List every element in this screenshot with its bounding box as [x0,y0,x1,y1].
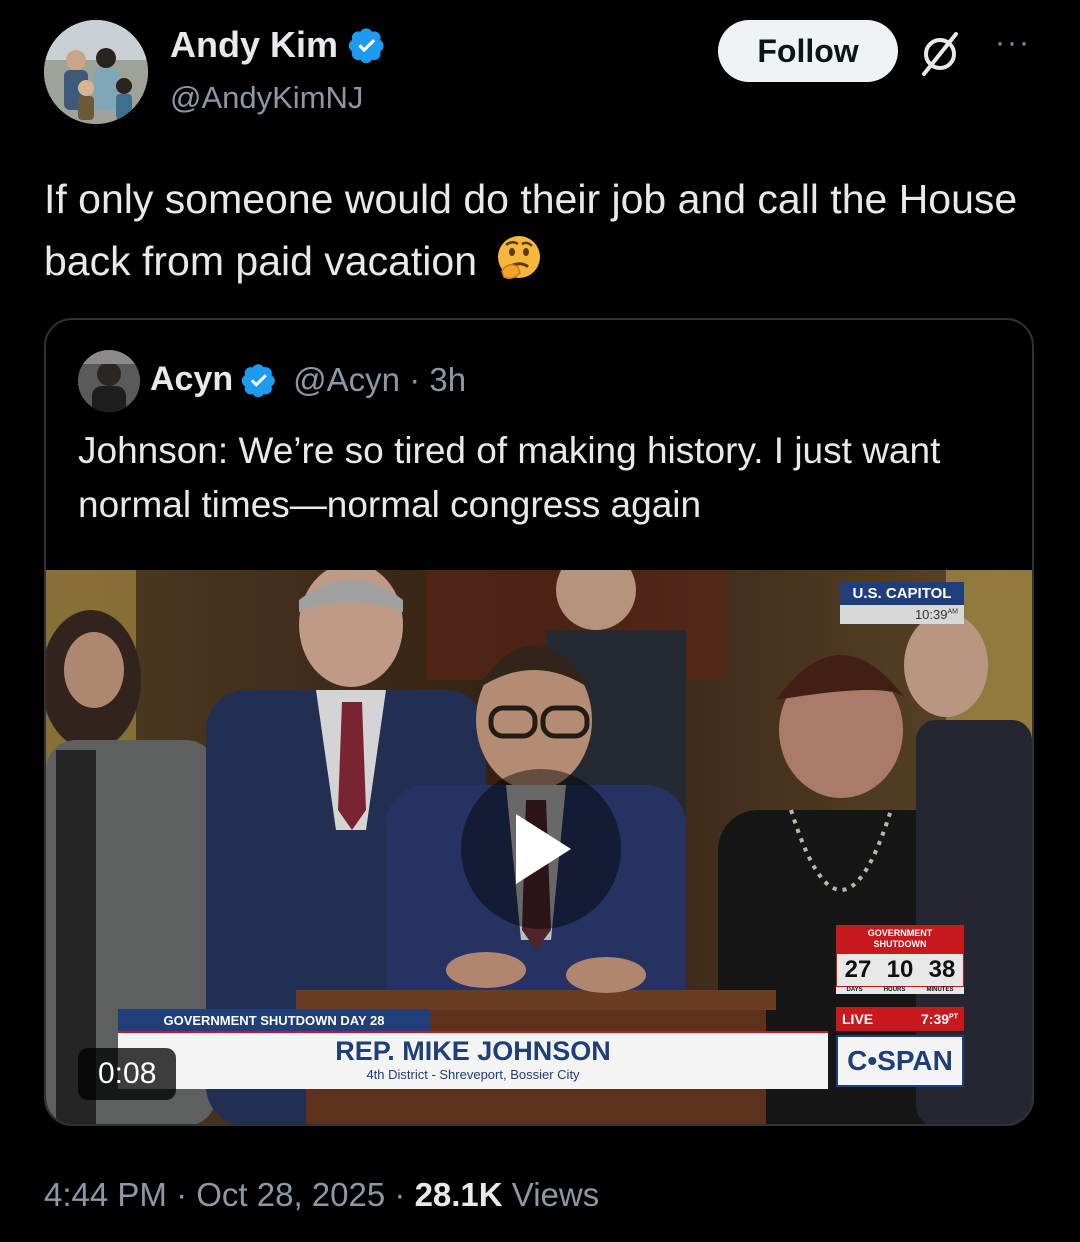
counter-units: DAYS HOURS MINUTES [836,987,964,994]
lower-third: REP. MIKE JOHNSON 4th District - Shrevep… [118,1031,828,1089]
author-handle[interactable]: @AndyKimNJ [170,80,363,116]
post-time[interactable]: 4:44 PM [44,1176,167,1213]
live-time-wrap: 7:39PT [921,1011,958,1027]
live-tag: LIVE 7:39PT [836,1007,964,1031]
verified-badge-icon [241,363,275,397]
counter-title: GOVERNMENT SHUTDOWN [836,925,964,953]
video-player[interactable]: U.S. CAPITOL 10:39AM GOVERNMENT SHUTDOWN… [46,570,1032,1124]
counter-minutes-label: MINUTES [926,987,954,993]
quoted-tweet-age[interactable]: 3h [429,361,466,398]
counter-values: 27 10 38 [836,953,964,987]
tweet-footer: 4:44 PM · Oct 28, 2025 · 28.1K Views [44,1176,599,1214]
quoted-author-line: Acyn @Acyn · 3h [150,360,466,399]
more-options-icon[interactable]: ··· [988,26,1038,66]
author-name-text[interactable]: Andy Kim [170,24,338,66]
quoted-tweet-text: Johnson: We’re so tired of making histor… [78,430,941,525]
shutdown-day-banner: GOVERNMENT SHUTDOWN DAY 28 [118,1009,430,1031]
play-button[interactable] [461,769,621,929]
speaker-name: REP. MIKE JOHNSON [335,1036,611,1066]
live-time: 7:39 [921,1011,950,1027]
views-label: Views [511,1176,600,1213]
grok-icon[interactable] [916,30,966,76]
counter-hours-label: HOURS [883,987,906,993]
meta-separator: · [409,360,421,398]
quoted-author-avatar[interactable] [78,350,140,412]
verified-badge-icon [348,28,384,64]
tweet-text: If only someone would do their job and c… [44,168,1034,292]
quoted-tweet-card[interactable]: Acyn @Acyn · 3h Johnson: We’re so tired … [44,318,1034,1126]
views-count[interactable]: 28.1K [415,1176,503,1213]
speaker-district: 4th District - Shreveport, Bossier City [366,1067,580,1082]
author-avatar[interactable] [44,20,148,124]
quoted-author-handle[interactable]: @Acyn [293,361,400,398]
video-duration-badge: 0:08 [78,1048,177,1100]
post-date[interactable]: Oct 28, 2025 [196,1176,385,1213]
counter-days-label: DAYS [846,987,863,993]
counter-days: 27 [844,956,872,983]
author-name[interactable]: Andy Kim [170,24,386,66]
follow-button[interactable]: Follow [718,20,898,82]
footer-separator: · [176,1176,188,1213]
location-tag: U.S. CAPITOL 10:39AM [840,582,964,632]
thinking-face-emoji-icon [498,236,541,280]
counter-hours: 10 [886,956,914,983]
live-label: LIVE [842,1011,874,1027]
quoted-author-name[interactable]: Acyn [150,360,233,399]
live-time-suffix: PT [949,1013,958,1021]
location-clock: 10:39AM [840,605,964,624]
cspan-logo: C•SPAN [836,1035,964,1087]
play-icon [516,814,571,884]
shutdown-counter: GOVERNMENT SHUTDOWN 27 10 38 DAYS HOURS … [836,925,964,994]
footer-separator: · [394,1176,406,1213]
counter-minutes: 38 [928,956,956,983]
location-clock-time: 10:39 [914,607,948,622]
location-label: U.S. CAPITOL [840,582,964,605]
location-clock-suffix: AM [947,608,959,616]
